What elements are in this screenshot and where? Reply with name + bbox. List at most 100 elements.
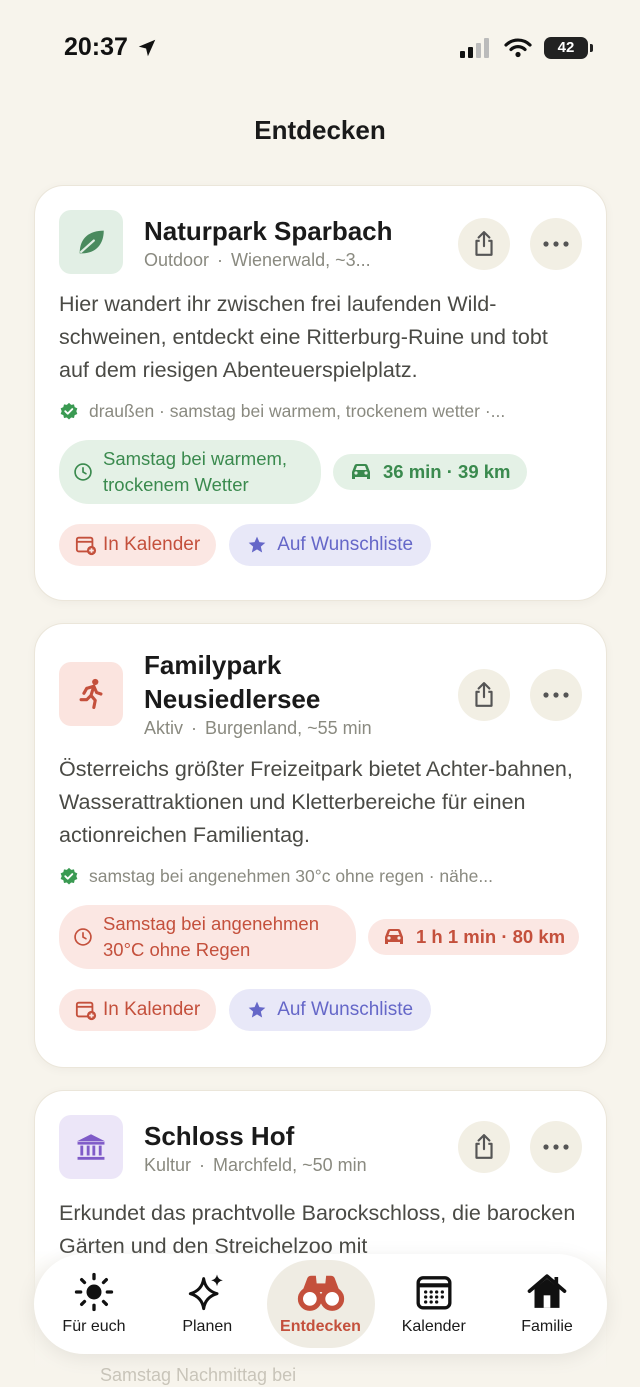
star-icon	[248, 536, 266, 553]
location-arrow-icon	[138, 39, 156, 56]
binoculars-icon	[297, 1275, 344, 1311]
separator-dot: ·	[217, 250, 224, 270]
share-button[interactable]	[458, 218, 510, 270]
card-location: Wienerwald, ~3...	[231, 250, 371, 270]
ellipsis-icon	[543, 692, 569, 698]
obscured-chip-text: Samstag Nachmittag bei	[100, 1365, 297, 1385]
add-to-wishlist-button[interactable]: Auf Wunschliste	[229, 524, 432, 566]
status-indicators: 42	[460, 36, 593, 59]
card-description: Österreichs größter Freizeitpark bietet …	[59, 757, 573, 847]
category-icon-box	[59, 662, 123, 726]
reason-text: samstag bei angenehmen 30°c ohne regen ·…	[89, 866, 493, 886]
tab-fuer-euch[interactable]: Für euch	[40, 1260, 148, 1348]
card-location: Marchfeld, ~50 min	[213, 1155, 367, 1175]
card-title: Schloss Hof	[144, 1121, 295, 1151]
calendar-icon	[416, 1276, 452, 1310]
time-chip-label: Samstag bei warmem, trockenem Wetter	[103, 448, 288, 495]
tab-entdecken[interactable]: Entdecken	[266, 1260, 375, 1348]
reason-text: draußen · samstag bei warmem, trockenem …	[89, 401, 506, 421]
share-icon	[475, 682, 493, 707]
add-to-calendar-button[interactable]: In Kalender	[59, 524, 217, 566]
activity-card[interactable]: Familypark Neusiedlersee Aktiv · Burgenlan…	[34, 623, 607, 1068]
card-subtitle: Kultur · Marchfeld, ~50 min	[144, 1155, 414, 1176]
calendar-add-icon	[75, 536, 97, 556]
add-to-wishlist-button[interactable]: Auf Wunschliste	[229, 989, 432, 1031]
car-icon	[352, 464, 370, 479]
travel-chip: 1 h 1 min · 80 km	[368, 919, 580, 955]
calendar-button-label: In Kalender	[103, 999, 201, 1020]
leaf-icon	[79, 230, 104, 254]
tab-label: Entdecken	[280, 1318, 361, 1335]
signal-icon	[460, 37, 489, 58]
sparkles-icon	[189, 1274, 224, 1311]
bottom-tab-bar: Für euch Planen Entdecken Kalender Famil…	[34, 1254, 607, 1354]
star-icon	[248, 1001, 266, 1018]
card-header: Naturpark Sparbach Outdoor · Wienerwald, ~…	[59, 210, 582, 274]
running-person-icon	[79, 678, 103, 710]
travel-chip-label: 36 min · 39 km	[383, 461, 511, 482]
wishlist-button-label: Auf Wunschliste	[277, 999, 414, 1020]
card-subtitle: Aktiv · Burgenland, ~55 min	[144, 718, 414, 739]
reason-line: draußen · samstag bei warmem, trockenem …	[59, 401, 582, 422]
share-icon	[475, 1134, 493, 1159]
card-category: Aktiv	[144, 718, 184, 738]
wishlist-button-label: Auf Wunschliste	[277, 534, 414, 555]
more-button[interactable]	[530, 218, 582, 270]
battery-level: 42	[557, 39, 575, 56]
status-time-group: 20:37	[64, 33, 158, 62]
card-location: Burgenland, ~55 min	[205, 718, 372, 738]
tab-label: Kalender	[401, 1318, 466, 1335]
card-category: Outdoor	[144, 250, 210, 270]
activity-card[interactable]: Naturpark Sparbach Outdoor · Wienerwald, ~…	[34, 185, 607, 601]
share-button[interactable]	[458, 669, 510, 721]
time-chip: Samstag bei angenehmen 30°C ohne Regen	[59, 905, 356, 969]
info-chips: Samstag bei angenehmen 30°C ohne Regen 1…	[59, 905, 582, 969]
info-chips: Samstag bei warmem, trockenem Wetter 36 …	[59, 440, 582, 504]
card-description: Hier wandert ihr zwischen frei laufenden…	[59, 292, 548, 382]
more-button[interactable]	[530, 1121, 582, 1173]
ellipsis-icon	[543, 241, 569, 247]
card-heading: Schloss Hof Kultur · Marchfeld, ~50 min	[144, 1115, 582, 1176]
separator-dot: ·	[191, 718, 198, 738]
verified-check-icon	[60, 867, 78, 884]
tab-familie[interactable]: Familie	[493, 1260, 601, 1348]
tab-kalender[interactable]: Kalender	[380, 1260, 488, 1348]
tab-label: Planen	[182, 1318, 233, 1335]
separator-dot: ·	[199, 1155, 206, 1175]
tab-label: Familie	[521, 1318, 573, 1335]
tab-planen[interactable]: Planen	[153, 1260, 261, 1348]
more-button[interactable]	[530, 669, 582, 721]
status-bar: 20:37 42	[0, 0, 640, 95]
card-header: Schloss Hof Kultur · Marchfeld, ~50 min	[59, 1115, 582, 1179]
share-button[interactable]	[458, 1121, 510, 1173]
status-time: 20:37	[64, 33, 128, 61]
card-actions: In Kalender Auf Wunschliste	[59, 989, 582, 1031]
card-actions: In Kalender Auf Wunschliste	[59, 524, 582, 566]
clock-icon	[74, 928, 92, 946]
card-subtitle: Outdoor · Wienerwald, ~3...	[144, 250, 414, 271]
ellipsis-icon	[543, 1144, 569, 1150]
add-to-calendar-button[interactable]: In Kalender	[59, 989, 217, 1031]
travel-chip-label: 1 h 1 min · 80 km	[416, 926, 566, 947]
category-icon-box	[59, 210, 123, 274]
calendar-button-label: In Kalender	[103, 534, 201, 555]
car-icon	[385, 929, 403, 944]
calendar-add-icon	[75, 1001, 97, 1021]
card-title: Familypark Neusiedlersee	[144, 650, 321, 714]
category-icon-box	[59, 1115, 123, 1179]
time-chip-label: Samstag bei angenehmen 30°C ohne Regen	[103, 913, 319, 960]
time-chip: Samstag bei warmem, trockenem Wetter	[59, 440, 321, 504]
card-heading: Naturpark Sparbach Outdoor · Wienerwald, ~…	[144, 210, 582, 271]
wifi-icon	[504, 37, 532, 57]
card-header: Familypark Neusiedlersee Aktiv · Burgenlan…	[59, 648, 582, 739]
clock-icon	[74, 463, 92, 481]
travel-chip: 36 min · 39 km	[333, 454, 527, 490]
museum-icon	[76, 1134, 106, 1160]
reason-line: samstag bei angenehmen 30°c ohne regen ·…	[59, 866, 582, 887]
house-icon	[527, 1274, 567, 1308]
share-icon	[475, 231, 493, 256]
card-title: Naturpark Sparbach	[144, 216, 393, 246]
verified-check-icon	[60, 402, 78, 419]
battery-indicator: 42	[544, 36, 593, 59]
card-category: Kultur	[144, 1155, 192, 1175]
